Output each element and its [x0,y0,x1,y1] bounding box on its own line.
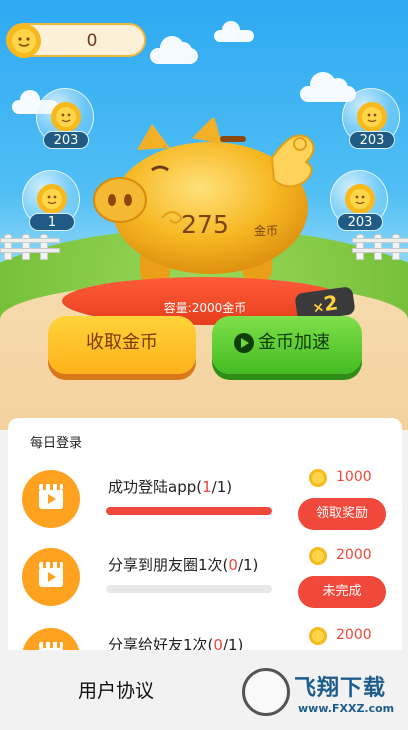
daily-login-title: 每日登录 [30,436,83,451]
coin-bubble[interactable]: 1 [22,170,80,231]
task-name: 成功登陆app(1/1) [108,478,233,496]
piggy-bank-icon [93,118,315,284]
cloud [150,36,198,64]
coin-balance: 0 [6,23,146,58]
incomplete-button[interactable]: 未完成 [298,576,386,608]
multiplier-value: 2 [322,290,340,317]
watermark-url: www.FXXZ.com [298,702,395,715]
cloud [214,21,254,42]
task-row: 成功登陆app(1/1) 1000 领取奖励 [8,468,402,550]
pig-scene: 0 203 203 1 203 275 金币 容量:2000金币 ×2 收取金币… [0,0,408,430]
capacity-label: 容量:2000金币 [163,301,247,315]
balance-value: 0 [86,31,98,51]
coin-icon [7,24,41,58]
coin-icon [37,184,67,214]
bubble-count: 203 [349,131,395,149]
task-reward: 1000 [308,468,388,488]
piggy-coin-count: 275 [181,210,229,239]
bottom-bar: 用户协议 飞翔下载 www.FXXZ.com [0,650,408,730]
coin-icon [357,102,387,132]
coin-icon [345,184,375,214]
coin-bubble[interactable]: 203 [342,88,400,149]
coin-icon [51,102,81,132]
fence [0,230,60,260]
bubble-count: 203 [43,131,89,149]
task-name: 分享到朋友圈1次(0/1) [108,556,259,574]
bubble-count: 203 [337,213,383,231]
task-progress-bar [106,507,272,515]
coin-bubble[interactable]: 203 [36,88,94,149]
play-icon [234,333,254,353]
coin-icon [309,469,327,487]
site-watermark: 飞翔下载 www.FXXZ.com [240,662,408,722]
coin-icon [309,627,327,645]
watermark-logo [242,668,290,716]
video-icon [22,470,80,528]
task-reward: 2000 [308,626,388,646]
coin-bubble[interactable]: 203 [330,170,388,231]
task-reward: 2000 [308,546,388,566]
speed-up-button[interactable]: 金币加速 [212,316,362,374]
watermark-text: 飞翔下载 [294,676,387,701]
task-row: 分享到朋友圈1次(0/1) 2000 未完成 [8,546,402,628]
speed-up-label: 金币加速 [258,332,330,353]
daily-tasks-card: 每日登录 成功登陆app(1/1) 1000 领取奖励 分享到朋友圈1次(0/1… [8,418,402,686]
fence [352,230,408,260]
bubble-count: 1 [29,213,75,231]
coin-icon [309,547,327,565]
piggy-coin-unit: 金币 [254,224,279,238]
claim-reward-button[interactable]: 领取奖励 [298,498,386,530]
task-progress-bar [106,585,272,593]
user-agreement-link[interactable]: 用户协议 [78,676,154,703]
video-icon [22,548,80,606]
collect-coins-button[interactable]: 收取金币 [48,316,196,374]
